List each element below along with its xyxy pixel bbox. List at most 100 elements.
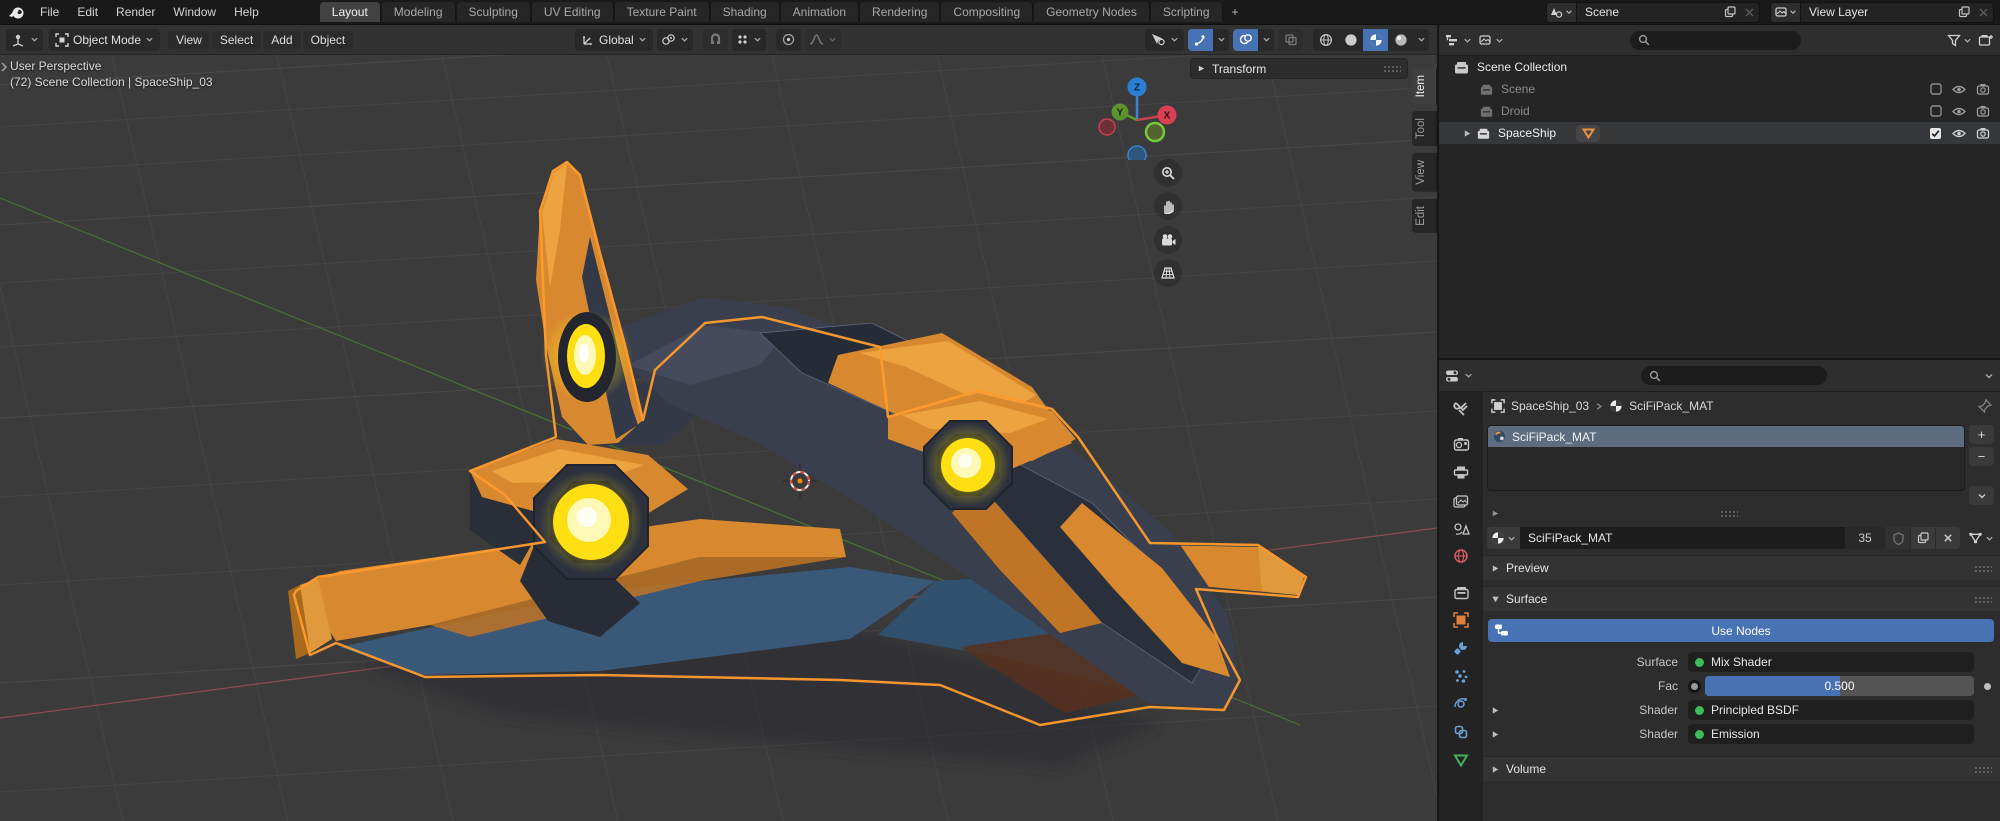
hide-eye-icon[interactable] [1952,106,1966,117]
sidebar-tab-view[interactable]: View [1412,153,1437,192]
tab-physics-icon[interactable] [1443,691,1479,717]
tab-compositing[interactable]: Compositing [941,2,1033,22]
material-slots[interactable]: SciFiPack_MAT [1487,425,1965,491]
viewport-3d[interactable]: Object Mode View Select Add Object Globa… [0,25,1437,821]
expand-arrow-icon[interactable] [1491,730,1500,739]
fac-slider[interactable]: 0.500 [1705,676,1974,696]
mode-dropdown[interactable]: Object Mode [49,29,160,51]
tab-object-data-icon[interactable] [1443,747,1479,773]
show-hide-dropdown[interactable] [1145,29,1184,51]
sidebar-tab-item[interactable]: Item [1412,68,1437,104]
outliner-row-scene[interactable]: Scene [1439,78,2000,100]
fac-keyframe-dot[interactable] [1984,683,1991,690]
tab-constraints-icon[interactable] [1443,719,1479,745]
tab-collection-properties-icon[interactable] [1443,579,1479,605]
menu-window[interactable]: Window [164,3,225,21]
panel-grip[interactable] [1383,65,1401,72]
hide-eye-icon[interactable] [1952,84,1966,95]
tab-uv-editing[interactable]: UV Editing [532,2,614,22]
tab-shading[interactable]: Shading [711,2,780,22]
shader2-field[interactable]: Emission [1688,724,1974,744]
sidebar-tab-tool[interactable]: Tool [1412,111,1437,146]
toggle-perspective-button[interactable] [1154,259,1182,287]
shading-solid-icon[interactable] [1338,29,1363,51]
panel-grip[interactable] [1974,766,1992,773]
menu-file[interactable]: File [31,3,68,21]
selected-object-badge[interactable] [1576,125,1600,142]
view-layer-copy-icon[interactable] [1954,3,1974,22]
browse-material-button[interactable] [1487,527,1520,549]
add-workspace-button[interactable]: + [1224,3,1247,21]
tab-sculpting[interactable]: Sculpting [457,2,531,22]
shading-rendered-icon[interactable] [1388,29,1413,51]
properties-editor-type-button[interactable] [1445,369,1473,383]
menu-help[interactable]: Help [225,3,268,21]
overlays-dropdown-chevron-icon[interactable] [1258,29,1274,51]
expand-arrow-icon[interactable] [1491,706,1500,715]
exclude-checkbox[interactable] [1930,105,1942,117]
disable-render-camera-icon[interactable] [1976,127,1990,139]
material-users-button[interactable]: 35 [1845,527,1885,549]
menu-edit[interactable]: Edit [68,3,107,21]
properties-options-chevron-icon[interactable] [1984,371,1994,381]
collection-name[interactable]: Droid [1501,104,1530,118]
preview-panel-header[interactable]: Preview [1483,555,2000,580]
viewport-menu-object[interactable]: Object [303,31,354,49]
outliner-editor-type-button[interactable] [1445,33,1472,47]
slot-specials-button[interactable] [1969,486,1994,505]
disable-render-camera-icon[interactable] [1976,105,1990,117]
tab-render-icon[interactable] [1443,431,1479,457]
tab-world-icon[interactable] [1443,543,1479,569]
tab-texture-paint[interactable]: Texture Paint [615,2,710,22]
outliner-display-mode-button[interactable] [1478,34,1504,47]
toolbar-expand-icon[interactable] [0,61,8,73]
scene-name[interactable]: Scene [1577,5,1720,19]
tab-view-layer-icon[interactable] [1443,487,1479,513]
xray-toggle-icon[interactable] [1278,29,1303,51]
view-layer-browse-button[interactable] [1771,3,1801,22]
new-collection-button[interactable] [1978,33,1994,47]
properties-search-input[interactable] [1641,366,1827,385]
tab-geometry-nodes[interactable]: Geometry Nodes [1034,2,1150,22]
tab-modeling[interactable]: Modeling [382,2,456,22]
exclude-checkbox[interactable] [1930,83,1942,95]
collection-name[interactable]: Scene Collection [1477,60,1567,74]
outliner-row-spaceship[interactable]: SpaceShip [1439,122,2000,144]
surface-shader-field[interactable]: Mix Shader [1688,652,1974,672]
transform-orientation-dropdown[interactable]: Global [575,29,653,51]
tab-tool-icon[interactable] [1443,395,1479,421]
use-nodes-button[interactable]: Use Nodes [1488,619,1994,642]
material-name-field[interactable]: SciFiPack_MAT [1520,527,1845,549]
gizmos-toggle-icon[interactable] [1188,29,1213,51]
breadcrumb-material[interactable]: SciFiPack_MAT [1629,399,1713,413]
editor-type-button[interactable] [6,29,43,51]
snap-toggle-magnet-icon[interactable] [703,29,728,51]
viewport-menu-view[interactable]: View [168,31,210,49]
gizmos-dropdown-chevron-icon[interactable] [1213,29,1229,51]
tab-rendering[interactable]: Rendering [860,2,940,22]
collection-name[interactable]: SpaceShip [1498,126,1556,140]
tab-scene-icon[interactable] [1443,515,1479,541]
outliner-filter-button[interactable] [1947,34,1972,47]
material-slot-name[interactable]: SciFiPack_MAT [1512,430,1596,444]
remove-slot-button[interactable]: − [1969,447,1994,466]
breadcrumb-object[interactable]: SpaceShip_03 [1511,399,1589,413]
camera-view-button[interactable] [1154,226,1182,254]
tab-modifiers-icon[interactable] [1443,635,1479,661]
outliner-search-input[interactable] [1630,31,1801,50]
viewport-canvas[interactable] [0,25,1437,821]
proportional-editing-icon[interactable] [776,29,801,51]
expand-arrow-icon[interactable] [1491,509,1500,518]
add-slot-button[interactable]: + [1969,425,1994,444]
blender-logo-icon[interactable] [8,5,25,20]
navigation-gizmo[interactable]: Z Y X [1090,60,1190,160]
collection-name[interactable]: Scene [1501,82,1535,96]
copy-material-icon[interactable] [1910,527,1935,549]
overlays-toggle-icon[interactable] [1233,29,1258,51]
pivot-point-dropdown[interactable] [657,29,693,51]
hide-eye-icon[interactable] [1952,128,1966,139]
zoom-button[interactable] [1154,159,1182,187]
viewport-menu-add[interactable]: Add [263,31,300,49]
material-slot-selected[interactable]: SciFiPack_MAT [1488,426,1964,447]
tab-scripting[interactable]: Scripting [1151,2,1223,22]
